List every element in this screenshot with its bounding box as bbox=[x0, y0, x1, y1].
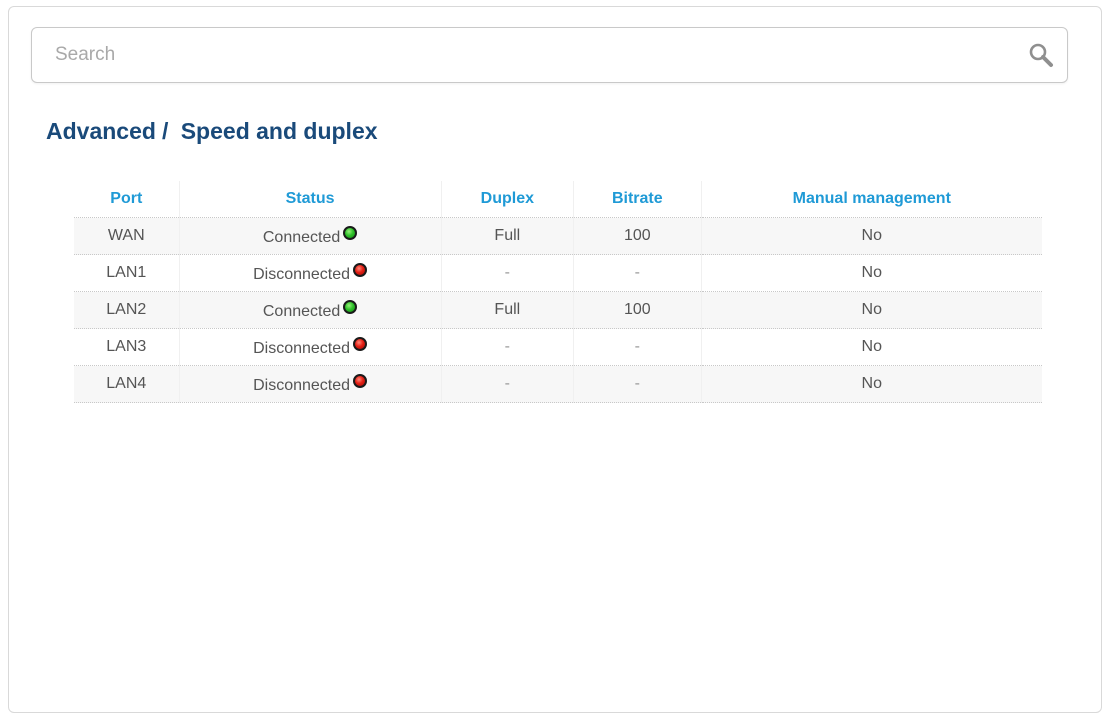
column-header-bitrate: Bitrate bbox=[573, 181, 702, 218]
cell-manual-management: No bbox=[700, 328, 1042, 366]
content-panel: Advanced/ Speed and duplex Port Status D… bbox=[8, 6, 1102, 713]
cell-port: LAN4 bbox=[74, 365, 180, 403]
table-row[interactable]: LAN1 Disconnected - - No bbox=[74, 254, 1042, 292]
column-header-manual-management: Manual management bbox=[700, 181, 1042, 218]
status-text: Connected bbox=[262, 302, 341, 320]
cell-port: LAN3 bbox=[74, 328, 180, 366]
cell-manual-management: No bbox=[700, 217, 1042, 255]
cell-manual-management: No bbox=[700, 254, 1042, 292]
cell-port: WAN bbox=[74, 217, 180, 255]
status-text: Connected bbox=[262, 228, 341, 246]
cell-duplex: Full bbox=[440, 291, 574, 329]
table-row[interactable]: LAN3 Disconnected - - No bbox=[74, 328, 1042, 366]
search-bar bbox=[31, 27, 1068, 83]
cell-duplex: - bbox=[440, 254, 574, 292]
search-icon[interactable] bbox=[1027, 41, 1055, 69]
table-row[interactable]: LAN2 Connected Full 100 No bbox=[74, 291, 1042, 329]
status-connected-icon bbox=[343, 299, 358, 314]
status-disconnected-icon bbox=[353, 373, 368, 388]
column-header-duplex: Duplex bbox=[440, 181, 574, 218]
breadcrumb-separator: / bbox=[161, 118, 169, 144]
cell-status: Disconnected bbox=[178, 365, 442, 403]
cell-status: Disconnected bbox=[178, 328, 442, 366]
breadcrumb-current: Speed and duplex bbox=[180, 118, 378, 144]
cell-duplex: Full bbox=[440, 217, 574, 255]
cell-status: Disconnected bbox=[178, 254, 442, 292]
cell-duplex: - bbox=[440, 328, 574, 366]
ports-table: Port Status Duplex Bitrate Manual manage… bbox=[74, 181, 1042, 403]
page-title: Advanced / Speed and duplex bbox=[46, 118, 378, 145]
cell-status: Connected bbox=[178, 217, 442, 255]
cell-manual-management: No bbox=[700, 365, 1042, 403]
cell-manual-management: No bbox=[700, 291, 1042, 329]
status-connected-icon bbox=[343, 225, 358, 240]
cell-bitrate: - bbox=[573, 254, 702, 292]
cell-duplex: - bbox=[440, 365, 574, 403]
cell-bitrate: - bbox=[573, 365, 702, 403]
status-text: Disconnected bbox=[253, 376, 351, 394]
table-row[interactable]: LAN4 Disconnected - - No bbox=[74, 365, 1042, 403]
search-input[interactable] bbox=[32, 28, 1012, 82]
table-row[interactable]: WAN Connected Full 100 No bbox=[74, 217, 1042, 255]
column-header-port: Port bbox=[74, 181, 180, 218]
status-disconnected-icon bbox=[353, 336, 368, 351]
status-text: Disconnected bbox=[253, 339, 351, 357]
cell-port: LAN1 bbox=[74, 254, 180, 292]
breadcrumb-parent: Advanced bbox=[46, 118, 156, 144]
cell-status: Connected bbox=[178, 291, 442, 329]
table-header-row: Port Status Duplex Bitrate Manual manage… bbox=[74, 181, 1042, 218]
status-text: Disconnected bbox=[253, 265, 351, 283]
cell-port: LAN2 bbox=[74, 291, 180, 329]
cell-bitrate: - bbox=[573, 328, 702, 366]
column-header-status: Status bbox=[178, 181, 442, 218]
cell-bitrate: 100 bbox=[573, 217, 702, 255]
status-disconnected-icon bbox=[353, 262, 368, 277]
cell-bitrate: 100 bbox=[573, 291, 702, 329]
